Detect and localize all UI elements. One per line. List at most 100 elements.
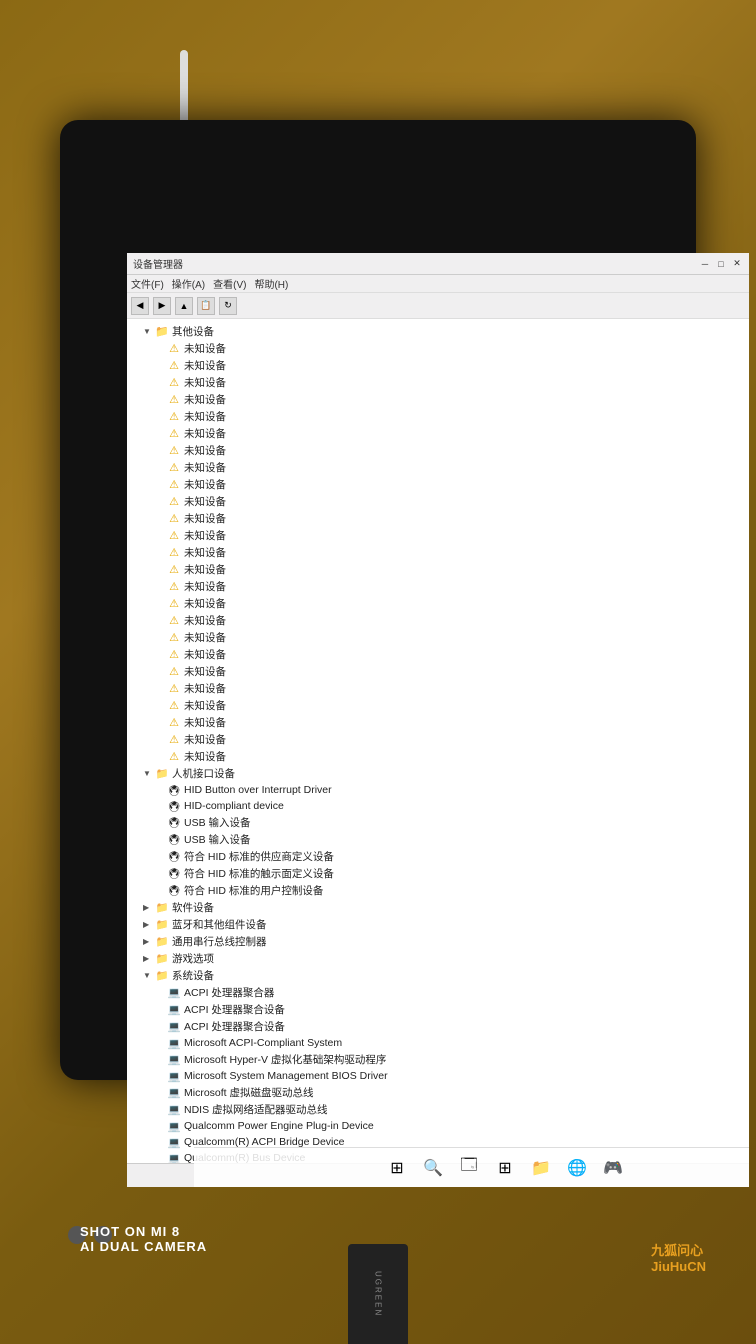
expand-bluetooth[interactable]: ▶ [143, 920, 153, 930]
unknown-device-14[interactable]: 未知设备 [127, 561, 749, 578]
expand-software[interactable]: ▶ [143, 903, 153, 913]
maximize-button[interactable]: □ [715, 258, 727, 270]
menu-file[interactable]: 文件(F) [131, 276, 164, 291]
acpi-agg-device-1[interactable]: 💻 ACPI 处理器聚合设备 [127, 1001, 749, 1018]
close-button[interactable]: ✕ [731, 258, 743, 270]
ms-acpi-label: Microsoft ACPI-Compliant System [184, 1037, 342, 1049]
ndis-vnic[interactable]: 💻 NDIS 虚拟网络适配器驱动总线 [127, 1101, 749, 1118]
windows-button[interactable]: ⊞ [491, 1154, 519, 1182]
unknown-device-13[interactable]: 未知设备 [127, 544, 749, 561]
usb-input-2[interactable]: 🖲 USB 输入设备 [127, 831, 749, 848]
category-usb-controllers[interactable]: ▶ 📁 通用串行总线控制器 [127, 933, 749, 950]
qcom-bus-icon-1: 💻 [167, 1151, 181, 1163]
hid-icon: 📁 [155, 767, 169, 781]
ms-hyperv[interactable]: 💻 Microsoft Hyper-V 虚拟化基础架构驱动程序 [127, 1051, 749, 1068]
unknown-device-label-22: 未知设备 [184, 698, 226, 713]
unknown-device-21[interactable]: 未知设备 [127, 680, 749, 697]
other-devices-label: 其他设备 [172, 324, 214, 339]
toolbar-forward[interactable]: ▶ [153, 297, 171, 315]
menu-action[interactable]: 操作(A) [172, 276, 205, 291]
acpi-aggregator[interactable]: 💻 ACPI 处理器聚合器 [127, 984, 749, 1001]
unknown-device-label-2: 未知设备 [184, 358, 226, 373]
unknown-device-6[interactable]: 未知设备 [127, 425, 749, 442]
toolbar-properties[interactable]: 📋 [197, 297, 215, 315]
unknown-device-23[interactable]: 未知设备 [127, 714, 749, 731]
toolbar-up[interactable]: ▲ [175, 297, 193, 315]
unknown-device-8[interactable]: 未知设备 [127, 459, 749, 476]
unknown-device-18[interactable]: 未知设备 [127, 629, 749, 646]
unknown-device-11[interactable]: 未知设备 [127, 510, 749, 527]
ms-smbios-icon: 💻 [167, 1069, 181, 1083]
ms-acpi-system[interactable]: 💻 Microsoft ACPI-Compliant System [127, 1035, 749, 1051]
menu-help[interactable]: 帮助(H) [254, 276, 288, 291]
unknown-device-7[interactable]: 未知设备 [127, 442, 749, 459]
warning-icon-2 [167, 359, 181, 373]
category-software[interactable]: ▶ 📁 软件设备 [127, 899, 749, 916]
warning-icon-3 [167, 376, 181, 390]
toolbar-refresh[interactable]: ↻ [219, 297, 237, 315]
minimize-button[interactable]: ─ [699, 258, 711, 270]
unknown-device-19[interactable]: 未知设备 [127, 646, 749, 663]
unknown-device-22[interactable]: 未知设备 [127, 697, 749, 714]
device-tree[interactable]: ▼ 📁 其他设备 未知设备 未知设备 [127, 319, 749, 1163]
warning-icon-23 [167, 716, 181, 730]
expand-usb[interactable]: ▶ [143, 937, 153, 947]
unknown-device-label-16: 未知设备 [184, 596, 226, 611]
software-icon: 📁 [155, 901, 169, 915]
unknown-device-16[interactable]: 未知设备 [127, 595, 749, 612]
system-icon: 📁 [155, 969, 169, 983]
watermark-text: 九狐问心 [651, 1240, 706, 1259]
toolbar-back[interactable]: ◀ [131, 297, 149, 315]
unknown-device-5[interactable]: 未知设备 [127, 408, 749, 425]
category-system[interactable]: ▼ 📁 系统设备 [127, 967, 749, 984]
game-button[interactable]: 🎮 [599, 1154, 627, 1182]
unknown-device-label-24: 未知设备 [184, 732, 226, 747]
warning-icon-14 [167, 563, 181, 577]
explorer-button[interactable]: 📁 [527, 1154, 555, 1182]
unknown-device-15[interactable]: 未知设备 [127, 578, 749, 595]
ms-vdisk[interactable]: 💻 Microsoft 虚拟磁盘驱动总线 [127, 1084, 749, 1101]
hid-system-control[interactable]: 🖲 符合 HID 标准的用户控制设备 [127, 882, 749, 899]
expand-game[interactable]: ▶ [143, 954, 153, 964]
unknown-device-3[interactable]: 未知设备 [127, 374, 749, 391]
unknown-device-2[interactable]: 未知设备 [127, 357, 749, 374]
unknown-device-25[interactable]: 未知设备 [127, 748, 749, 765]
hid-button-driver[interactable]: 🖲 HID Button over Interrupt Driver [127, 782, 749, 798]
hid-compliant[interactable]: 🖲 HID-compliant device [127, 798, 749, 814]
start-button[interactable]: ⊞ [383, 1154, 411, 1182]
unknown-device-label-20: 未知设备 [184, 664, 226, 679]
expand-other[interactable]: ▼ [143, 327, 153, 337]
warning-icon-15 [167, 580, 181, 594]
category-game[interactable]: ▶ 📁 游戏选项 [127, 950, 749, 967]
ms-hyperv-label: Microsoft Hyper-V 虚拟化基础架构驱动程序 [184, 1052, 386, 1067]
unknown-device-17[interactable]: 未知设备 [127, 612, 749, 629]
unknown-device-9[interactable]: 未知设备 [127, 476, 749, 493]
taskbar: ⊞ 🔍 🗔 ⊞ 📁 🌐 🎮 23:04 2022/2/25 [194, 1147, 749, 1187]
ms-smbios[interactable]: 💻 Microsoft System Management BIOS Drive… [127, 1068, 749, 1084]
warning-icon-16 [167, 597, 181, 611]
task-view-button[interactable]: 🗔 [455, 1154, 483, 1182]
unknown-device-24[interactable]: 未知设备 [127, 731, 749, 748]
edge-button[interactable]: 🌐 [563, 1154, 591, 1182]
search-button[interactable]: 🔍 [419, 1154, 447, 1182]
ms-vdisk-icon: 💻 [167, 1086, 181, 1100]
unknown-device-label-3: 未知设备 [184, 375, 226, 390]
unknown-device-12[interactable]: 未知设备 [127, 527, 749, 544]
category-other-devices[interactable]: ▼ 📁 其他设备 [127, 323, 749, 340]
acpi-agg-device-2[interactable]: 💻 ACPI 处理器聚合设备 [127, 1018, 749, 1035]
expand-system[interactable]: ▼ [143, 971, 153, 981]
unknown-device-20[interactable]: 未知设备 [127, 663, 749, 680]
unknown-device-4[interactable]: 未知设备 [127, 391, 749, 408]
usb-input-1[interactable]: 🖲 USB 输入设备 [127, 814, 749, 831]
unknown-device-1[interactable]: 未知设备 [127, 340, 749, 357]
expand-hid[interactable]: ▼ [143, 769, 153, 779]
category-hid[interactable]: ▼ 📁 人机接口设备 [127, 765, 749, 782]
usb-icon-2: 🖲 [167, 833, 181, 847]
menu-view[interactable]: 查看(V) [213, 276, 246, 291]
unknown-device-label-13: 未知设备 [184, 545, 226, 560]
category-bluetooth[interactable]: ▶ 📁 蓝牙和其他组件设备 [127, 916, 749, 933]
qcom-power-engine[interactable]: 💻 Qualcomm Power Engine Plug-in Device [127, 1118, 749, 1134]
unknown-device-10[interactable]: 未知设备 [127, 493, 749, 510]
hid-vendor-defined[interactable]: 🖲 符合 HID 标准的供应商定义设备 [127, 848, 749, 865]
hid-touch-defined[interactable]: 🖲 符合 HID 标准的触示面定义设备 [127, 865, 749, 882]
